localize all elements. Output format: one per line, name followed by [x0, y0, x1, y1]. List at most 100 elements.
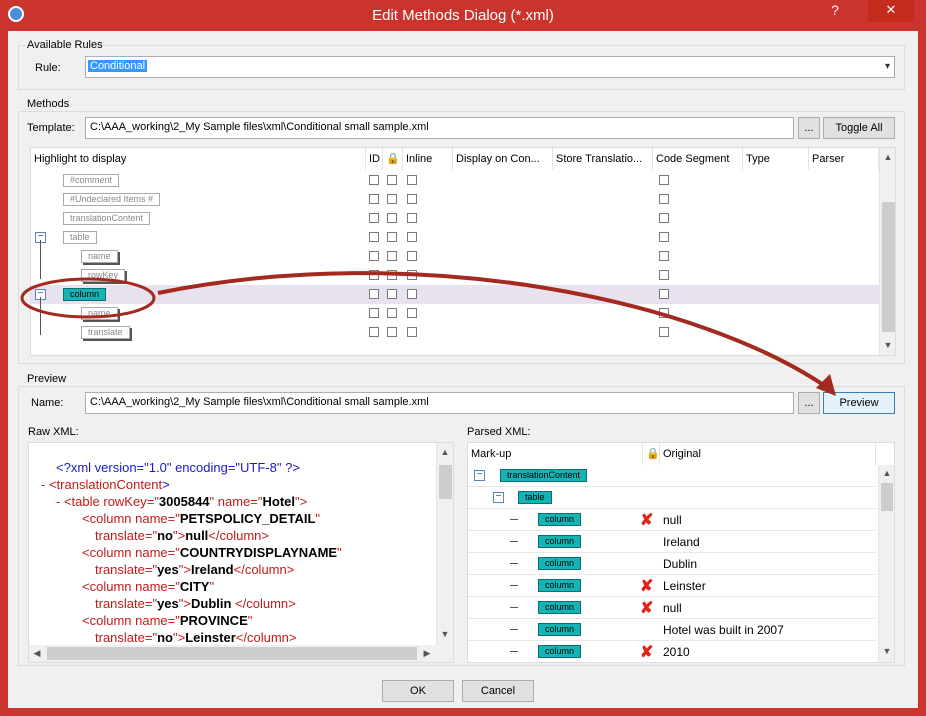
lock-checkbox[interactable]	[387, 289, 397, 299]
parsed-row-table[interactable]: − table	[468, 487, 876, 509]
parsed-row-column[interactable]: column ✘ null	[468, 509, 876, 531]
grid-row-comment[interactable]: #comment	[31, 171, 879, 190]
xml-collapse[interactable]: - <	[56, 494, 72, 509]
raw-xml-vscroll[interactable]: ▲ ▼	[436, 443, 453, 645]
inline-checkbox[interactable]	[407, 194, 417, 204]
inline-checkbox[interactable]	[407, 270, 417, 280]
id-checkbox[interactable]	[369, 327, 379, 337]
cancel-button[interactable]: Cancel	[462, 680, 534, 702]
col-id[interactable]: ID	[366, 148, 383, 170]
inline-checkbox[interactable]	[407, 308, 417, 318]
parsed-row-column[interactable]: column Dublin	[468, 553, 876, 575]
rule-dropdown[interactable]: Conditional ▾	[85, 56, 895, 78]
lock-checkbox[interactable]	[387, 175, 397, 185]
id-checkbox[interactable]	[369, 251, 379, 261]
grid-row-name[interactable]: name	[31, 247, 879, 266]
scroll-up-icon[interactable]: ▲	[437, 447, 453, 457]
code-segment-checkbox[interactable]	[659, 308, 669, 318]
scroll-down-icon[interactable]: ▼	[437, 629, 453, 639]
code-segment-checkbox[interactable]	[659, 270, 669, 280]
scroll-thumb[interactable]	[882, 202, 895, 332]
collapse-icon[interactable]: −	[493, 492, 504, 503]
lock-checkbox[interactable]	[387, 308, 397, 318]
id-checkbox[interactable]	[369, 194, 379, 204]
chevron-down-icon[interactable]: ▾	[885, 61, 890, 72]
raw-xml-panel[interactable]: <?xml version="1.0" encoding="UTF-8" ?> …	[28, 442, 454, 663]
template-path-field[interactable]: C:\AAA_working\2_My Sample files\xml\Con…	[85, 117, 794, 139]
id-checkbox[interactable]	[369, 270, 379, 280]
parsed-row-column[interactable]: column ✘ Leinster	[468, 575, 876, 597]
grid-row-undeclared[interactable]: #Undeclared Items #	[31, 190, 879, 209]
scroll-down-icon[interactable]: ▼	[880, 340, 895, 350]
toggle-all-button[interactable]: Toggle All	[823, 117, 895, 139]
code-segment-checkbox[interactable]	[659, 194, 669, 204]
raw-xml-hscroll[interactable]: ◀ ▶	[29, 645, 453, 662]
scroll-up-icon[interactable]: ▲	[880, 152, 895, 162]
id-checkbox[interactable]	[369, 232, 379, 242]
grid-row-translate[interactable]: translate	[31, 323, 879, 342]
code-segment-checkbox[interactable]	[659, 213, 669, 223]
inline-checkbox[interactable]	[407, 289, 417, 299]
id-checkbox[interactable]	[369, 175, 379, 185]
preview-button[interactable]: Preview	[823, 392, 895, 414]
col-type[interactable]: Type	[743, 148, 809, 170]
scroll-left-icon[interactable]: ◀	[29, 648, 45, 659]
ok-button[interactable]: OK	[382, 680, 454, 702]
grid-row-column[interactable]: − column	[31, 285, 879, 304]
parsed-row-column[interactable]: column ✘ 2010	[468, 641, 876, 662]
methods-scrollbar[interactable]: ▲ ▼	[879, 148, 895, 355]
template-browse-button[interactable]: ...	[798, 117, 820, 139]
parsed-row-column[interactable]: column ✘ null	[468, 597, 876, 619]
code-segment-checkbox[interactable]	[659, 327, 669, 337]
col-original[interactable]: Original	[660, 443, 876, 465]
lock-checkbox[interactable]	[387, 251, 397, 261]
scroll-thumb[interactable]	[881, 483, 893, 511]
code-segment-checkbox[interactable]	[659, 251, 669, 261]
grid-row-table[interactable]: − table	[31, 228, 879, 247]
close-button[interactable]: ✕	[868, 0, 914, 22]
inline-checkbox[interactable]	[407, 251, 417, 261]
scroll-right-icon[interactable]: ▶	[419, 648, 435, 659]
col-parser[interactable]: Parser	[809, 148, 879, 170]
grid-row-col-name[interactable]: name	[31, 304, 879, 323]
lock-checkbox[interactable]	[387, 213, 397, 223]
xml-collapse[interactable]: - <	[41, 477, 57, 492]
id-checkbox[interactable]	[369, 213, 379, 223]
scroll-thumb-h[interactable]	[47, 647, 417, 660]
scroll-up-icon[interactable]: ▲	[879, 468, 894, 478]
lock-checkbox[interactable]	[387, 232, 397, 242]
col-highlight[interactable]: Highlight to display	[31, 148, 366, 170]
parsed-row-root[interactable]: − translationContent	[468, 465, 876, 487]
code-segment-checkbox[interactable]	[659, 232, 669, 242]
col-code-segment[interactable]: Code Segment	[653, 148, 743, 170]
parsed-xml-vscroll[interactable]: ▲ ▼	[878, 465, 894, 662]
scroll-down-icon[interactable]: ▼	[879, 646, 894, 656]
parsed-row-column[interactable]: column Hotel was built in 2007	[468, 619, 876, 641]
col-display-on-con[interactable]: Display on Con...	[453, 148, 553, 170]
grid-row-translationcontent[interactable]: translationContent	[31, 209, 879, 228]
inline-checkbox[interactable]	[407, 175, 417, 185]
help-icon[interactable]: ?	[822, 0, 848, 22]
col-lock[interactable]: 🔒	[383, 148, 403, 170]
title-bar[interactable]: Edit Methods Dialog (*.xml) ? ✕	[0, 0, 926, 31]
scroll-thumb[interactable]	[439, 465, 452, 499]
col-markup[interactable]: Mark-up	[468, 443, 643, 465]
col-store-translation[interactable]: Store Translatio...	[553, 148, 653, 170]
lock-checkbox[interactable]	[387, 270, 397, 280]
id-checkbox[interactable]	[369, 289, 379, 299]
code-segment-checkbox[interactable]	[659, 289, 669, 299]
preview-path-field[interactable]: C:\AAA_working\2_My Sample files\xml\Con…	[85, 392, 794, 414]
grid-row-rowkey[interactable]: rowKey	[31, 266, 879, 285]
lock-checkbox[interactable]	[387, 194, 397, 204]
parsed-row-column[interactable]: column Ireland	[468, 531, 876, 553]
code-segment-checkbox[interactable]	[659, 175, 669, 185]
collapse-icon[interactable]: −	[474, 470, 485, 481]
id-checkbox[interactable]	[369, 308, 379, 318]
col-inline[interactable]: Inline	[403, 148, 453, 170]
inline-checkbox[interactable]	[407, 213, 417, 223]
lock-checkbox[interactable]	[387, 327, 397, 337]
col-lock[interactable]: 🔒	[643, 443, 660, 465]
preview-browse-button[interactable]: ...	[798, 392, 820, 414]
inline-checkbox[interactable]	[407, 327, 417, 337]
inline-checkbox[interactable]	[407, 232, 417, 242]
